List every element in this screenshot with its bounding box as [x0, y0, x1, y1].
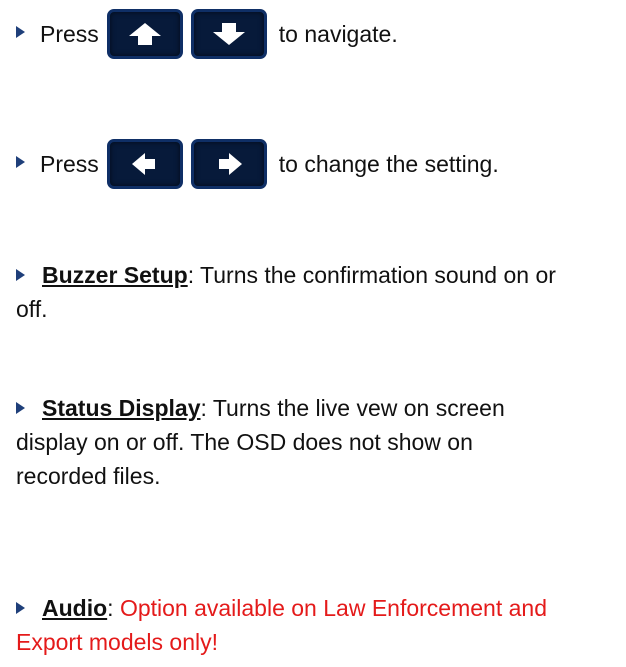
right-key [190, 139, 267, 189]
arrow-left-icon [131, 153, 155, 175]
up-key [106, 9, 183, 59]
status-display-item: Status Display: Turns the live vew on sc… [16, 391, 616, 511]
audio-item: Audio: Option available on Law Enforceme… [16, 591, 616, 667]
navigate-text: to navigate. [278, 21, 398, 47]
press-label: Press [40, 151, 99, 177]
arrow-up-icon [128, 23, 161, 45]
change-setting-instruction: Press to change the setting. [16, 134, 616, 194]
audio-term: Audio [42, 595, 108, 621]
bullet-icon [16, 156, 25, 168]
audio-colon: : [107, 595, 120, 621]
buzzer-setup-item: Buzzer Setup: Turns the confirmation sou… [16, 258, 616, 338]
navigate-instruction: Press to navigate. [16, 4, 616, 64]
arrow-down-icon [212, 23, 245, 45]
status-display-term: Status Display [42, 395, 201, 421]
buzzer-setup-term: Buzzer Setup [42, 262, 188, 288]
press-label: Press [40, 21, 99, 47]
left-key [106, 139, 183, 189]
change-text: to change the setting. [278, 151, 499, 177]
down-key [190, 9, 267, 59]
bullet-icon [16, 26, 25, 38]
arrow-right-icon [218, 153, 242, 175]
